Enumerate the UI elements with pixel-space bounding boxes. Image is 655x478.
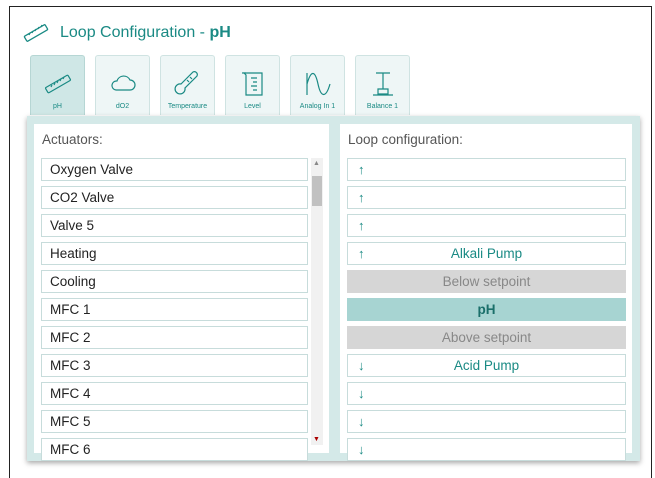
actuators-header: Actuators: <box>42 132 103 147</box>
title-text: Loop Configuration - pH <box>60 24 231 41</box>
loop-slot[interactable]: ↑ <box>347 158 626 181</box>
tab-balance-1[interactable]: Balance 1 <box>355 55 410 115</box>
loop-slot[interactable]: ↑ <box>347 186 626 209</box>
waveform-icon <box>305 72 331 96</box>
cloud-icon <box>110 75 136 91</box>
tab-ph[interactable]: pH <box>30 55 85 115</box>
page-title: Loop Configuration - pH <box>22 20 231 46</box>
tab-label: Temperature <box>167 103 208 110</box>
actuator-item[interactable]: MFC 5 <box>41 410 308 433</box>
tab-label: Analog In 1 <box>299 103 336 110</box>
ph-probe-icon <box>44 74 71 94</box>
tab-level[interactable]: Level <box>225 55 280 115</box>
actuator-item[interactable]: MFC 3 <box>41 354 308 377</box>
tab-do2[interactable]: dO2 <box>95 55 150 115</box>
arrow-up-icon: ↑ <box>358 246 365 261</box>
thermometer-icon <box>173 71 198 95</box>
tab-temperature[interactable]: Temperature <box>160 55 215 115</box>
arrow-up-icon: ↑ <box>358 190 365 205</box>
loop-slot-label: Acid Pump <box>453 358 520 373</box>
arrow-down-icon: ↓ <box>358 414 365 429</box>
actuator-item[interactable]: MFC 1 <box>41 298 308 321</box>
loop-slot-label: Alkali Pump <box>450 246 523 261</box>
loop-slot-label: Below setpoint <box>442 274 531 289</box>
loop-configuration-header: Loop configuration: <box>348 132 463 147</box>
actuator-item[interactable]: CO2 Valve <box>41 186 308 209</box>
actuator-item[interactable]: Oxygen Valve <box>41 158 308 181</box>
loop-slot-label: pH <box>477 302 496 317</box>
loop-slot[interactable]: ↓ <box>347 410 626 433</box>
arrow-down-icon: ↓ <box>358 442 365 457</box>
tab-label: Balance 1 <box>366 103 399 110</box>
sensor-tabs: pH dO2 Temperature Level Analog In 1 Bal… <box>30 55 420 115</box>
ph-probe-icon <box>23 24 49 42</box>
actuators-list: Oxygen Valve CO2 Valve Valve 5 Heating C… <box>41 158 308 466</box>
actuator-item[interactable]: Heating <box>41 242 308 265</box>
balance-icon <box>372 72 393 96</box>
loop-slot[interactable]: ↑ Alkali Pump <box>347 242 626 265</box>
setpoint-slot: pH <box>347 298 626 321</box>
loop-slot[interactable]: ↑ <box>347 214 626 237</box>
actuators-column: Actuators: Oxygen Valve CO2 Valve Valve … <box>34 124 329 461</box>
arrow-up-icon: ↑ <box>358 218 365 233</box>
actuators-scrollbar[interactable]: ▲ ▼ <box>311 158 323 445</box>
actuator-item[interactable]: Valve 5 <box>41 214 308 237</box>
actuator-item[interactable]: MFC 4 <box>41 382 308 405</box>
scrollbar-thumb[interactable] <box>312 176 322 206</box>
loop-slot-list: ↑ ↑ ↑ ↑ Alkali Pump Below setpoint pH Above set… <box>347 158 626 466</box>
arrow-down-icon: ↓ <box>358 386 365 401</box>
loop-slot[interactable]: ↓ <box>347 382 626 405</box>
scroll-down-arrow-icon[interactable]: ▼ <box>313 436 320 443</box>
arrow-up-icon: ↑ <box>358 162 365 177</box>
tab-label: dO2 <box>115 103 130 110</box>
tab-label: pH <box>53 103 62 110</box>
actuator-item[interactable]: MFC 6 <box>41 438 308 461</box>
tab-analog-in-1[interactable]: Analog In 1 <box>290 55 345 115</box>
loop-slot[interactable]: ↓ <box>347 438 626 461</box>
setpoint-band-slot: Above setpoint <box>347 326 626 349</box>
scroll-up-arrow-icon[interactable]: ▲ <box>313 160 320 167</box>
actuator-item[interactable]: Cooling <box>41 270 308 293</box>
loop-configuration-column: Loop configuration: ↑ ↑ ↑ ↑ Alkali Pump Below… <box>340 124 632 461</box>
loop-slot-label: Above setpoint <box>441 330 532 345</box>
beaker-icon <box>241 72 263 96</box>
setpoint-band-slot: Below setpoint <box>347 270 626 293</box>
configuration-panel: Actuators: Oxygen Valve CO2 Valve Valve … <box>27 116 640 461</box>
actuator-item[interactable]: MFC 2 <box>41 326 308 349</box>
tab-label: Level <box>244 103 261 110</box>
loop-slot[interactable]: ↓ Acid Pump <box>347 354 626 377</box>
arrow-down-icon: ↓ <box>358 358 365 373</box>
